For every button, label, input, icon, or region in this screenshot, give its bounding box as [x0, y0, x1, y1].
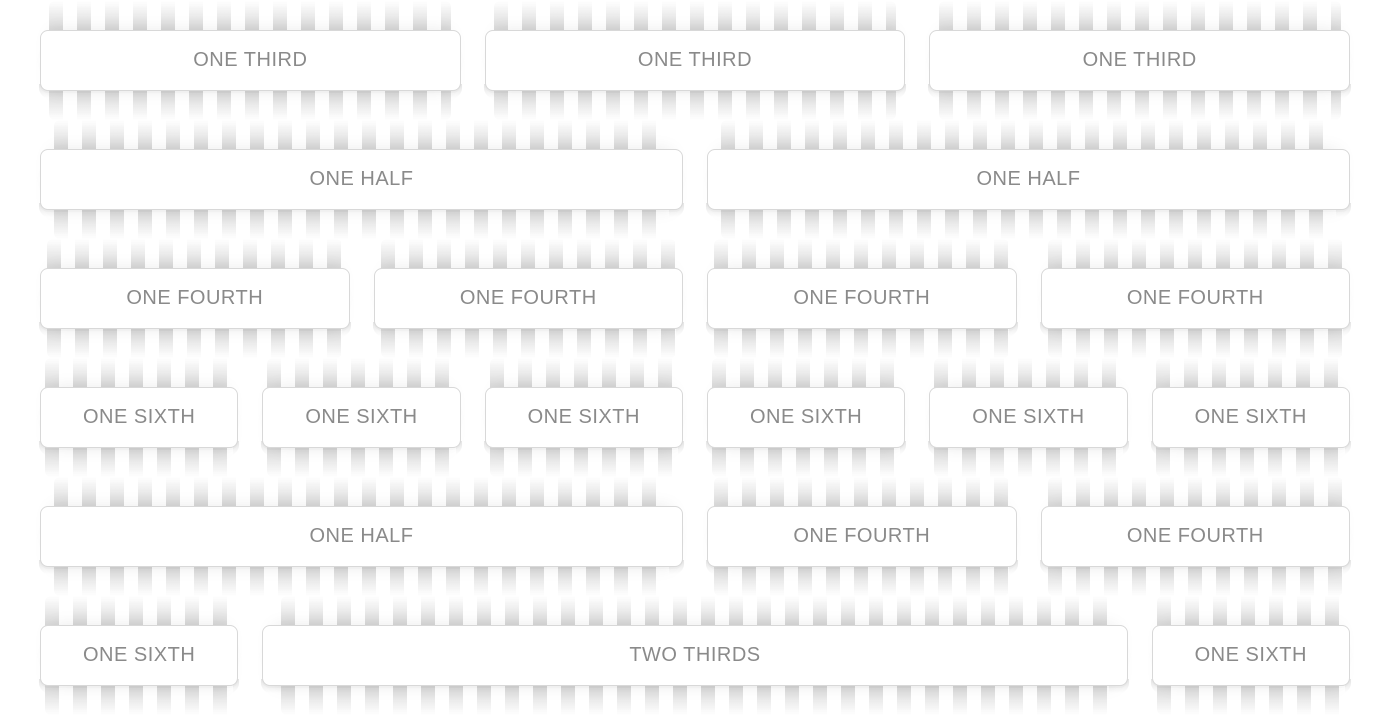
- shadow-decor: [39, 679, 239, 693]
- grid-col-one-fourth: ONE FOURTH: [40, 268, 350, 329]
- shadow-decor: [39, 84, 462, 98]
- grid-row: ONE SIXTH ONE SIXTH ONE SIXTH ONE SIXTH …: [40, 387, 1350, 448]
- grid-col-label: ONE FOURTH: [126, 287, 263, 309]
- grid-row: ONE HALF ONE FOURTH ONE FOURTH: [40, 506, 1350, 567]
- grid-col-one-half: ONE HALF: [40, 506, 683, 567]
- grid-col-one-third: ONE THIRD: [485, 30, 906, 91]
- shadow-decor: [39, 322, 351, 336]
- shadow-decor: [706, 560, 1018, 574]
- shadow-decor: [39, 203, 684, 217]
- grid-col-one-half: ONE HALF: [40, 149, 683, 210]
- grid-col-one-fourth: ONE FOURTH: [1041, 506, 1351, 567]
- grid-col-label: ONE SIXTH: [1195, 644, 1307, 666]
- shadow-decor: [928, 84, 1351, 98]
- grid-col-one-sixth: ONE SIXTH: [262, 387, 460, 448]
- grid-col-one-half: ONE HALF: [707, 149, 1350, 210]
- grid-col-label: ONE THIRD: [193, 49, 307, 71]
- grid-col-label: ONE SIXTH: [750, 406, 862, 428]
- grid-col-one-fourth: ONE FOURTH: [374, 268, 684, 329]
- shadow-decor: [706, 441, 906, 455]
- shadow-decor: [1040, 560, 1352, 574]
- grid-col-label: ONE SIXTH: [83, 406, 195, 428]
- grid-col-label: ONE FOURTH: [1127, 525, 1264, 547]
- shadow-decor: [261, 441, 461, 455]
- grid-col-label: ONE FOURTH: [793, 287, 930, 309]
- shadow-decor: [261, 679, 1128, 693]
- grid-col-label: ONE FOURTH: [1127, 287, 1264, 309]
- grid-col-label: ONE SIXTH: [972, 406, 1084, 428]
- grid-col-one-sixth: ONE SIXTH: [929, 387, 1127, 448]
- grid-col-label: ONE SIXTH: [305, 406, 417, 428]
- grid-demo-container: ONE THIRD ONE THIRD ONE THIRD ONE HALF O…: [0, 0, 1390, 686]
- shadow-decor: [1151, 441, 1351, 455]
- shadow-decor: [39, 560, 684, 574]
- grid-col-one-fourth: ONE FOURTH: [707, 506, 1017, 567]
- grid-row: ONE FOURTH ONE FOURTH ONE FOURTH ONE FOU…: [40, 268, 1350, 329]
- grid-row: ONE THIRD ONE THIRD ONE THIRD: [40, 30, 1350, 91]
- shadow-decor: [1040, 322, 1352, 336]
- grid-col-label: ONE FOURTH: [793, 525, 930, 547]
- grid-col-label: ONE THIRD: [1083, 49, 1197, 71]
- grid-col-label: ONE HALF: [309, 525, 413, 547]
- grid-col-label: ONE SIXTH: [528, 406, 640, 428]
- shadow-decor: [706, 203, 1351, 217]
- shadow-decor: [484, 84, 907, 98]
- grid-col-one-sixth: ONE SIXTH: [40, 387, 238, 448]
- shadow-decor: [484, 441, 684, 455]
- grid-col-one-sixth: ONE SIXTH: [485, 387, 683, 448]
- grid-col-label: TWO THIRDS: [629, 644, 760, 666]
- grid-col-one-sixth: ONE SIXTH: [1152, 625, 1350, 686]
- grid-col-label: ONE SIXTH: [83, 644, 195, 666]
- shadow-decor: [373, 322, 685, 336]
- grid-col-one-third: ONE THIRD: [929, 30, 1350, 91]
- grid-col-label: ONE SIXTH: [1195, 406, 1307, 428]
- grid-col-one-sixth: ONE SIXTH: [707, 387, 905, 448]
- shadow-decor: [39, 441, 239, 455]
- grid-col-one-fourth: ONE FOURTH: [707, 268, 1017, 329]
- shadow-decor: [706, 322, 1018, 336]
- grid-col-one-fourth: ONE FOURTH: [1041, 268, 1351, 329]
- grid-col-label: ONE THIRD: [638, 49, 752, 71]
- grid-col-one-third: ONE THIRD: [40, 30, 461, 91]
- grid-row: ONE HALF ONE HALF: [40, 149, 1350, 210]
- grid-col-one-sixth: ONE SIXTH: [40, 625, 238, 686]
- grid-row: ONE SIXTH TWO THIRDS ONE SIXTH: [40, 625, 1350, 686]
- grid-col-one-sixth: ONE SIXTH: [1152, 387, 1350, 448]
- grid-col-label: ONE HALF: [309, 168, 413, 190]
- grid-col-label: ONE HALF: [976, 168, 1080, 190]
- shadow-decor: [928, 441, 1128, 455]
- grid-col-label: ONE FOURTH: [460, 287, 597, 309]
- grid-col-two-thirds: TWO THIRDS: [262, 625, 1127, 686]
- shadow-decor: [1151, 679, 1351, 693]
